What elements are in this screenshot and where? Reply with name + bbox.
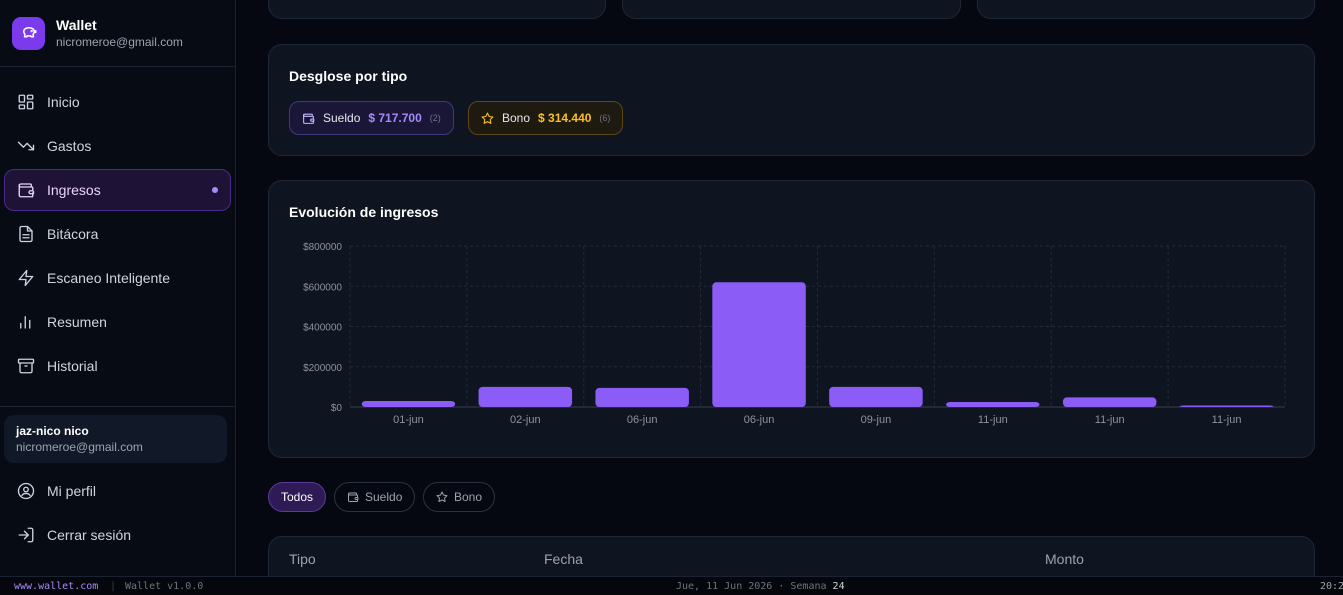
status-separator: | [110,581,117,592]
account-email: nicromeroe@gmail.com [56,34,183,49]
sidebar-item-label: Ingresos [47,182,101,198]
sidebar-nav: Inicio Gastos Ingresos Bitácora Escaneo … [0,67,235,387]
brand: Wallet nicromeroe@gmail.com [0,0,235,67]
stat-card [268,0,606,19]
stat-card [977,0,1315,19]
breakdown-title: Desglose por tipo [289,68,408,84]
status-week-number: 24 [832,581,845,592]
sidebar-item-label: Inicio [47,94,80,110]
status-date-text: Jue, 11 Jun 2026 · Semana [676,581,827,592]
sidebar-item-ingresos[interactable]: Ingresos [4,169,231,211]
user-email: nicromeroe@gmail.com [16,440,143,454]
pill-count: (6) [599,113,611,123]
bar [829,386,923,407]
lightning-icon [18,269,34,287]
trending-down-icon [17,141,35,151]
x-tick-label: 09-jun [861,414,892,426]
column-header-tipo[interactable]: Tipo [289,551,316,567]
piggy-bank-icon [12,16,45,50]
logout-icon [18,527,34,543]
column-header-fecha[interactable]: Fecha [544,551,583,567]
x-tick-label: 02-jun [510,414,541,426]
sidebar-divider [0,406,235,407]
sidebar-item-escaneo[interactable]: Escaneo Inteligente [4,257,231,299]
status-url-link[interactable]: www.wallet.com [14,581,98,592]
filter-todos-button[interactable]: Todos [268,482,327,512]
breakdown-card: Desglose por tipo Sueldo $ 717.700 (2) B… [268,44,1315,156]
sidebar-item-mi-perfil[interactable]: Mi perfil [4,470,232,512]
x-tick-label: 11-jun [1212,414,1242,426]
y-tick-label: $600000 [303,282,342,293]
sidebar-item-label: Bitácora [47,226,99,242]
x-tick-label: 11-jun [978,414,1008,426]
pill-label: Sueldo [323,111,361,125]
filter-label: Sueldo [365,490,403,504]
dashboard-icon [18,94,34,110]
bar [595,387,689,407]
pill-label: Bono [502,111,531,125]
sidebar-item-label: Mi perfil [47,483,97,499]
bar [478,386,573,407]
sidebar: Wallet nicromeroe@gmail.com Inicio Gasto… [0,0,236,576]
chart-card: Evolución de ingresos $0 $200000 $400000 $6… [268,180,1315,458]
bar-chart-icon [20,316,31,329]
pill-count: (2) [429,113,441,123]
pill-amount: $ 314.440 [538,111,592,125]
sidebar-item-inicio[interactable]: Inicio [4,81,231,123]
status-time: 20:2 [1320,581,1343,592]
wallet-icon [303,113,315,124]
filter-label: Bono [454,490,483,504]
user-name: jaz-nico nico [16,424,89,438]
filter-sueldo-button[interactable]: Sueldo [334,482,416,512]
document-icon [19,225,33,243]
pill-amount: $ 717.700 [368,111,422,125]
y-tick-label: $800000 [303,242,342,253]
wallet-icon [348,492,359,502]
bar [712,282,806,407]
status-date: Jue, 11 Jun 2026 · Semana 24 [676,581,845,592]
sidebar-item-cerrar-sesion[interactable]: Cerrar sesión [4,514,232,556]
sidebar-item-label: Historial [47,358,98,374]
bar [1179,405,1274,407]
star-icon [481,112,494,124]
breakdown-bono-pill[interactable]: Bono $ 314.440 (6) [468,101,624,135]
sidebar-item-resumen[interactable]: Resumen [4,301,231,343]
y-tick-label: $200000 [303,363,342,374]
user-circle-icon [17,482,35,500]
x-tick-label: 11-jun [1095,414,1125,426]
app-title: Wallet [56,16,97,33]
bottom-nav: Mi perfil Cerrar sesión [4,470,232,558]
x-tick-label: 06-jun [744,414,775,426]
stat-card [622,0,961,19]
x-tick-label: 01-jun [393,414,424,426]
archive-icon [17,358,35,374]
sidebar-item-label: Resumen [47,314,107,330]
sidebar-item-bitacora[interactable]: Bitácora [4,213,231,255]
wallet-icon [18,183,35,198]
user-card[interactable]: jaz-nico nico nicromeroe@gmail.com [4,415,227,463]
filter-label: Todos [281,490,314,504]
filter-bono-button[interactable]: Bono [423,482,496,512]
active-indicator-dot [212,187,218,193]
bar [361,400,456,407]
sidebar-item-historial[interactable]: Historial [4,345,231,387]
sidebar-item-gastos[interactable]: Gastos [4,125,231,167]
status-bar: www.wallet.com | Wallet v1.0.0 Jue, 11 J… [0,576,1343,595]
y-tick-label: $400000 [303,323,342,334]
bar [946,401,1040,407]
sidebar-item-label: Escaneo Inteligente [47,270,170,286]
star-icon [436,491,448,502]
sidebar-item-label: Cerrar sesión [47,527,132,543]
status-version: Wallet v1.0.0 [125,581,204,592]
x-tick-label: 06-jun [627,414,658,426]
breakdown-sueldo-pill[interactable]: Sueldo $ 717.700 (2) [289,101,454,135]
income-bar-chart: $0 $200000 $400000 $600000 $800000 01-jun 02-j… [303,242,1286,426]
sidebar-item-label: Gastos [47,138,92,154]
column-header-monto[interactable]: Monto [1045,551,1084,567]
bar [1062,397,1157,407]
y-tick-label: $0 [331,403,343,414]
